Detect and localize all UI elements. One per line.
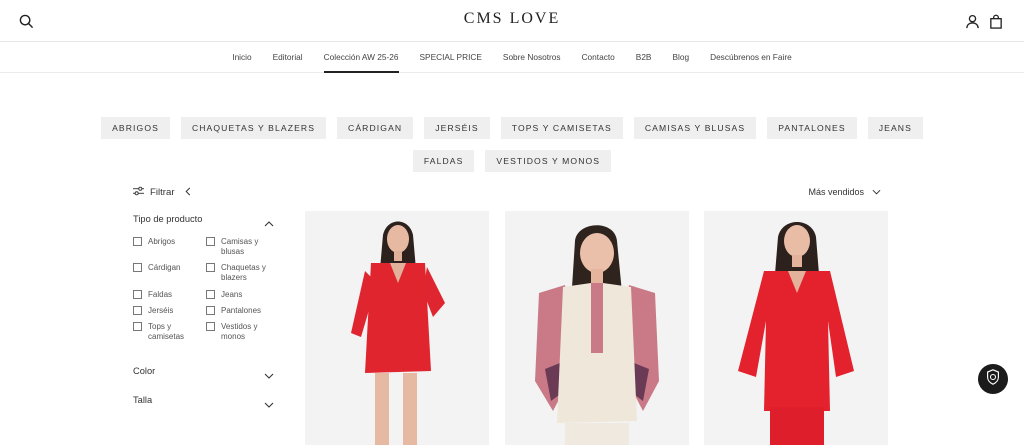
shield-badge-icon [984,368,1002,391]
checkbox-label: Faldas [148,290,173,299]
sort-label: Más vendidos [808,187,864,197]
checkbox[interactable] [206,306,215,315]
trust-badge-button[interactable] [978,364,1008,394]
checkbox-label: Abrigos [148,237,176,246]
checkbox-option[interactable]: Cárdigan [133,263,198,273]
nav-item[interactable]: Descúbrenos en Faire [710,42,792,73]
chevron-down-icon[interactable] [264,395,274,408]
chevron-left-icon [185,187,191,199]
nav-item[interactable]: B2B [636,42,652,73]
checkbox[interactable] [133,322,142,331]
category-chip[interactable]: TOPS Y CAMISETAS [500,117,623,139]
chevron-up-icon[interactable] [264,214,274,227]
product-image [505,211,689,445]
cart-icon[interactable] [986,11,1006,31]
checkbox-label: Camisas y blusas [221,237,259,256]
checkbox[interactable] [206,322,215,331]
sort-dropdown[interactable]: Más vendidos [808,187,881,197]
checkbox-option[interactable]: Jeans [206,290,271,300]
checkbox-label: Tops y camisetas [148,322,185,341]
filter-section-size[interactable]: Talla [133,395,152,405]
nav-item[interactable]: Sobre Nosotros [503,42,561,73]
nav-item[interactable]: Colección AW 25-26 [323,42,399,73]
checkbox[interactable] [133,263,142,272]
checkbox-option[interactable]: Camisas y blusas [206,237,271,257]
product-card-red-sweater[interactable] [704,211,888,445]
checkbox-option[interactable]: Tops y camisetas [133,322,198,342]
product-card-red-dress[interactable] [305,211,489,445]
checkbox-label: Jeans [221,290,243,299]
checkbox[interactable] [206,263,215,272]
category-chip[interactable]: JERSÉIS [424,117,490,139]
filter-section-color[interactable]: Color [133,366,155,376]
nav-item[interactable]: Contacto [582,42,615,73]
checkbox-label: Cárdigan [148,263,181,272]
filter-label: Filtrar [150,187,175,198]
category-chip[interactable]: CÁRDIGAN [337,117,414,139]
nav-item[interactable]: Editorial [273,42,303,73]
checkbox[interactable] [133,290,142,299]
filter-section-product-type[interactable]: Tipo de producto [133,214,202,224]
checkbox[interactable] [133,237,142,246]
filter-toggle[interactable]: Filtrar [133,186,191,199]
category-chip[interactable]: CAMISAS Y BLUSAS [633,117,757,139]
product-card-vest-blouse[interactable] [505,211,689,445]
nav-item[interactable]: Inicio [232,42,251,73]
checkbox[interactable] [206,237,215,246]
product-image [305,211,489,445]
category-row-1: ABRIGOS CHAQUETAS Y BLAZERS CÁRDIGAN JERSÉI… [0,117,1024,139]
category-chip[interactable]: VESTIDOS Y MONOS [485,150,612,172]
chevron-down-icon [872,187,881,197]
checkbox-option[interactable]: Jerséis [133,306,198,316]
main-navigation: Inicio Editorial Colección AW 25-26 SPECIAL… [0,42,1024,73]
checkbox-label: Pantalones [221,306,262,315]
checkbox-label: Chaquetas y blazers [221,263,266,282]
sliders-icon [133,186,144,199]
site-logo[interactable]: CMS LOVE [0,10,1024,28]
account-icon[interactable] [962,11,982,31]
checkbox-label: Vestidos y monos [221,322,258,341]
category-chip[interactable]: JEANS [867,117,923,139]
checkbox[interactable] [133,306,142,315]
category-chip[interactable]: CHAQUETAS Y BLAZERS [180,117,327,139]
checkbox[interactable] [206,290,215,299]
site-header: CMS LOVE [0,0,1024,42]
nav-item[interactable]: SPECIAL PRICE [420,42,482,73]
product-image [704,211,888,445]
checkbox-label: Jerséis [148,306,174,315]
chevron-down-icon[interactable] [264,366,274,379]
category-row-2: FALDAS VESTIDOS Y MONOS [0,150,1024,172]
checkbox-option[interactable]: Pantalones [206,306,271,316]
checkbox-option[interactable]: Faldas [133,290,198,300]
category-chip[interactable]: FALDAS [412,150,475,172]
nav-item[interactable]: Blog [672,42,689,73]
checkbox-option[interactable]: Abrigos [133,237,198,247]
checkbox-option[interactable]: Chaquetas y blazers [206,263,271,283]
category-chip[interactable]: PANTALONES [767,117,857,139]
category-chip[interactable]: ABRIGOS [101,117,170,139]
checkbox-option[interactable]: Vestidos y monos [206,322,271,342]
